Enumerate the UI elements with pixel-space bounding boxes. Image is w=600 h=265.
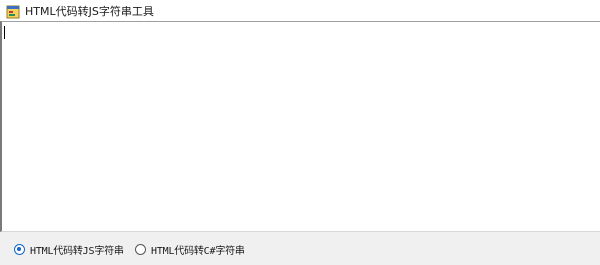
text-caret (4, 26, 5, 39)
title-bar: HTML代码转JS字符串工具 (0, 0, 600, 21)
radio-checked-icon[interactable] (14, 244, 25, 255)
radio-csharp-string[interactable]: HTML代码转C#字符串 (135, 242, 245, 257)
html-input-textarea[interactable] (0, 21, 600, 232)
radio-js-string[interactable]: HTML代码转JS字符串 (14, 242, 124, 257)
radio-csharp-string-label[interactable]: HTML代码转C#字符串 (151, 242, 245, 257)
conversion-options: HTML代码转JS字符串 HTML代码转C#字符串 (0, 232, 600, 265)
app-window-icon (6, 4, 20, 18)
radio-js-string-label[interactable]: HTML代码转JS字符串 (30, 242, 124, 257)
window-title: HTML代码转JS字符串工具 (25, 4, 154, 18)
radio-unchecked-icon[interactable] (135, 244, 146, 255)
